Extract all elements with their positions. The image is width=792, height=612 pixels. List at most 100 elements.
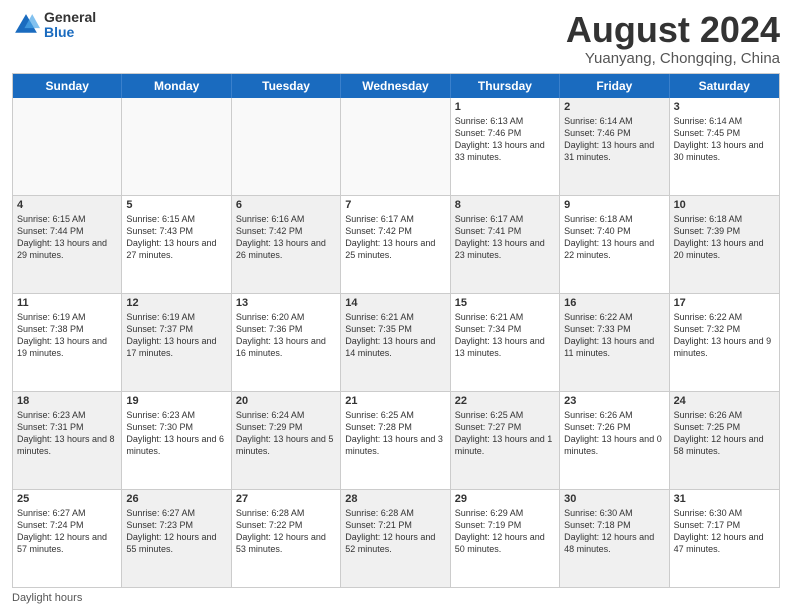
day-info: Sunrise: 6:26 AM Sunset: 7:25 PM Dayligh… [674,409,775,458]
day-info: Sunrise: 6:29 AM Sunset: 7:19 PM Dayligh… [455,507,555,556]
day-number: 1 [455,101,555,113]
day-cell: 3 Sunrise: 6:14 AM Sunset: 7:45 PM Daylig… [670,98,779,195]
day-header-sunday: Sunday [13,74,122,98]
day-number: 18 [17,395,117,407]
day-header-monday: Monday [122,74,231,98]
day-info: Sunrise: 6:25 AM Sunset: 7:27 PM Dayligh… [455,409,555,458]
day-info: Sunrise: 6:19 AM Sunset: 7:38 PM Dayligh… [17,311,117,360]
day-info: Sunrise: 6:18 AM Sunset: 7:39 PM Dayligh… [674,213,775,262]
day-info: Sunrise: 6:15 AM Sunset: 7:43 PM Dayligh… [126,213,226,262]
day-number: 15 [455,297,555,309]
day-number: 2 [564,101,664,113]
logo-icon [12,11,40,39]
day-number: 16 [564,297,664,309]
page-container: General Blue August 2024 Yuanyang, Chong… [0,0,792,612]
day-number: 3 [674,101,775,113]
day-cell: 12 Sunrise: 6:19 AM Sunset: 7:37 PM Dayli… [122,294,231,391]
day-cell: 4 Sunrise: 6:15 AM Sunset: 7:44 PM Daylig… [13,196,122,293]
day-header-tuesday: Tuesday [232,74,341,98]
day-header-thursday: Thursday [451,74,560,98]
calendar-body: 1 Sunrise: 6:13 AM Sunset: 7:46 PM Daylig… [13,98,779,587]
day-cell: 19Sunrise: 6:23 AM Sunset: 7:30 PM Dayli… [122,392,231,489]
day-info: Sunrise: 6:28 AM Sunset: 7:21 PM Dayligh… [345,507,445,556]
day-number: 13 [236,297,336,309]
day-cell: 29 Sunrise: 6:29 AM Sunset: 7:19 PM Dayli… [451,490,560,587]
day-info: Sunrise: 6:21 AM Sunset: 7:35 PM Dayligh… [345,311,445,360]
day-cell: 9Sunrise: 6:18 AM Sunset: 7:40 PM Daylig… [560,196,669,293]
logo-blue: Blue [44,25,96,40]
day-header-saturday: Saturday [670,74,779,98]
day-number: 30 [564,493,664,505]
logo: General Blue [12,10,96,41]
day-cell: 5 Sunrise: 6:15 AM Sunset: 7:43 PM Daylig… [122,196,231,293]
day-number: 6 [236,199,336,211]
day-cell: 15 Sunrise: 6:21 AM Sunset: 7:34 PM Dayli… [451,294,560,391]
logo-text: General Blue [44,10,96,41]
week-row: 1 Sunrise: 6:13 AM Sunset: 7:46 PM Daylig… [13,98,779,195]
day-cell: 27 Sunrise: 6:28 AM Sunset: 7:22 PM Dayli… [232,490,341,587]
day-header-wednesday: Wednesday [341,74,450,98]
day-cell: 21 Sunrise: 6:25 AM Sunset: 7:28 PM Dayli… [341,392,450,489]
day-cell [122,98,231,195]
day-info: Sunrise: 6:16 AM Sunset: 7:42 PM Dayligh… [236,213,336,262]
day-cell: 18Sunrise: 6:23 AM Sunset: 7:31 PM Dayli… [13,392,122,489]
calendar: SundayMondayTuesdayWednesdayThursdayFrid… [12,73,780,588]
day-cell: 25 Sunrise: 6:27 AM Sunset: 7:24 PM Dayli… [13,490,122,587]
day-cell: 8 Sunrise: 6:17 AM Sunset: 7:41 PM Daylig… [451,196,560,293]
day-number: 5 [126,199,226,211]
week-row: 18Sunrise: 6:23 AM Sunset: 7:31 PM Dayli… [13,391,779,489]
day-number: 27 [236,493,336,505]
day-number: 31 [674,493,775,505]
day-cell: 16 Sunrise: 6:22 AM Sunset: 7:33 PM Dayli… [560,294,669,391]
day-number: 4 [17,199,117,211]
day-info: Sunrise: 6:17 AM Sunset: 7:41 PM Dayligh… [455,213,555,262]
title-area: August 2024 Yuanyang, Chongqing, China [566,10,780,67]
day-cell [341,98,450,195]
footer: Daylight hours [12,592,780,604]
day-info: Sunrise: 6:17 AM Sunset: 7:42 PM Dayligh… [345,213,445,262]
day-cell: 22 Sunrise: 6:25 AM Sunset: 7:27 PM Dayli… [451,392,560,489]
day-number: 29 [455,493,555,505]
day-info: Sunrise: 6:22 AM Sunset: 7:33 PM Dayligh… [564,311,664,360]
week-row: 4 Sunrise: 6:15 AM Sunset: 7:44 PM Daylig… [13,195,779,293]
day-cell: 28Sunrise: 6:28 AM Sunset: 7:21 PM Dayli… [341,490,450,587]
day-info: Sunrise: 6:27 AM Sunset: 7:24 PM Dayligh… [17,507,117,556]
day-info: Sunrise: 6:21 AM Sunset: 7:34 PM Dayligh… [455,311,555,360]
day-info: Sunrise: 6:25 AM Sunset: 7:28 PM Dayligh… [345,409,445,458]
day-cell: 10 Sunrise: 6:18 AM Sunset: 7:39 PM Dayli… [670,196,779,293]
day-info: Sunrise: 6:13 AM Sunset: 7:46 PM Dayligh… [455,115,555,164]
day-number: 17 [674,297,775,309]
day-number: 26 [126,493,226,505]
day-number: 22 [455,395,555,407]
day-cell: 11 Sunrise: 6:19 AM Sunset: 7:38 PM Dayli… [13,294,122,391]
day-number: 23 [564,395,664,407]
day-info: Sunrise: 6:24 AM Sunset: 7:29 PM Dayligh… [236,409,336,458]
month-title: August 2024 [566,10,780,50]
day-number: 12 [126,297,226,309]
day-info: Sunrise: 6:22 AM Sunset: 7:32 PM Dayligh… [674,311,775,360]
day-info: Sunrise: 6:28 AM Sunset: 7:22 PM Dayligh… [236,507,336,556]
day-cell: 20 Sunrise: 6:24 AM Sunset: 7:29 PM Dayli… [232,392,341,489]
day-info: Sunrise: 6:14 AM Sunset: 7:45 PM Dayligh… [674,115,775,164]
day-info: Sunrise: 6:26 AM Sunset: 7:26 PM Dayligh… [564,409,664,458]
day-info: Sunrise: 6:14 AM Sunset: 7:46 PM Dayligh… [564,115,664,164]
week-row: 25 Sunrise: 6:27 AM Sunset: 7:24 PM Dayli… [13,489,779,587]
day-cell [232,98,341,195]
week-row: 11 Sunrise: 6:19 AM Sunset: 7:38 PM Dayli… [13,293,779,391]
day-cell: 31 Sunrise: 6:30 AM Sunset: 7:17 PM Dayli… [670,490,779,587]
day-cell: 26 Sunrise: 6:27 AM Sunset: 7:23 PM Dayli… [122,490,231,587]
day-info: Sunrise: 6:30 AM Sunset: 7:17 PM Dayligh… [674,507,775,556]
page-header: General Blue August 2024 Yuanyang, Chong… [12,10,780,67]
day-info: Sunrise: 6:19 AM Sunset: 7:37 PM Dayligh… [126,311,226,360]
day-number: 11 [17,297,117,309]
day-number: 21 [345,395,445,407]
day-number: 8 [455,199,555,211]
day-info: Sunrise: 6:27 AM Sunset: 7:23 PM Dayligh… [126,507,226,556]
day-number: 10 [674,199,775,211]
day-number: 25 [17,493,117,505]
day-info: Sunrise: 6:15 AM Sunset: 7:44 PM Dayligh… [17,213,117,262]
day-cell: 24 Sunrise: 6:26 AM Sunset: 7:25 PM Dayli… [670,392,779,489]
day-cell: 17 Sunrise: 6:22 AM Sunset: 7:32 PM Dayli… [670,294,779,391]
day-number: 24 [674,395,775,407]
day-number: 20 [236,395,336,407]
